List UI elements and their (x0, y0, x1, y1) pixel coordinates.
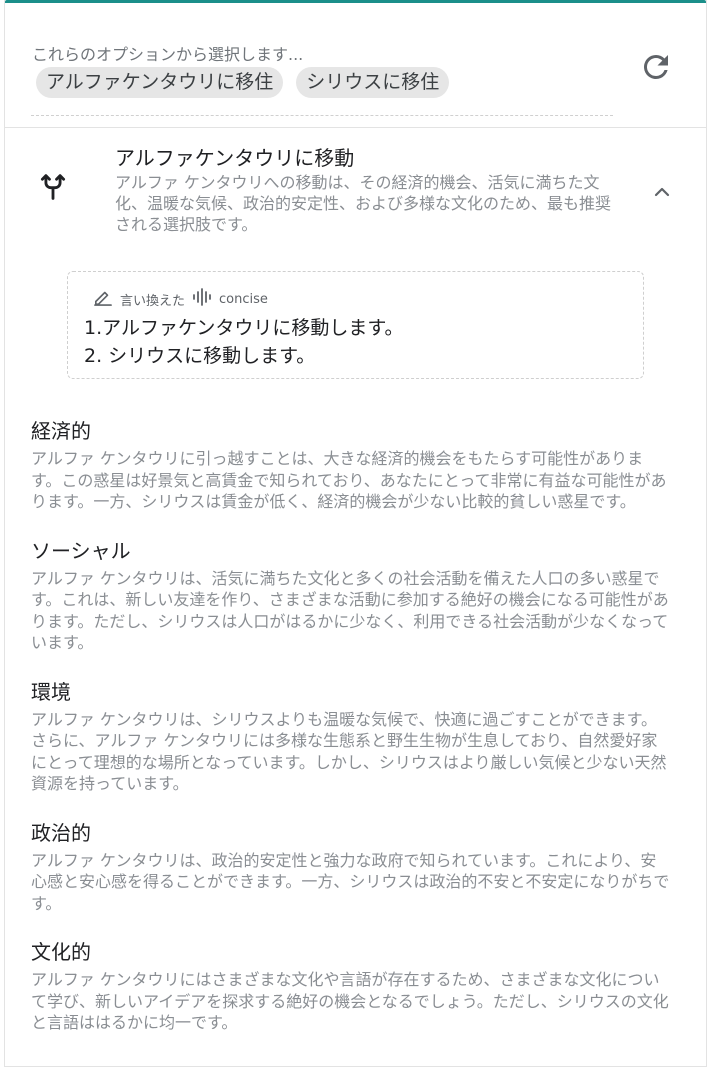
audio-wave-icon (191, 288, 213, 310)
section-political: 政治的 アルファ ケンタウリは、政治的安定性と強力な政府で知られています。これに… (31, 817, 671, 915)
section-heading: ソーシャル (31, 538, 131, 563)
rephrase-label: 言い換えた (120, 293, 186, 309)
section-heading: 経済的 (31, 419, 91, 443)
section-social: ソーシャル アルファ ケンタウリは、活気に満ちた文化と多くの社会活動を備えた人口… (31, 535, 671, 654)
options-panel: これらのオプションから選択します... アルファケンタウリに移住 シリウスに移住… (4, 0, 707, 1067)
options-hint: これらのオプションから選択します... (32, 45, 304, 64)
section-heading: 政治的 (31, 820, 91, 845)
section-heading: 環境 (31, 679, 71, 704)
rephrase-mode: concise (219, 291, 268, 307)
suggestion-title: アルファケンタウリに移動 (115, 146, 355, 170)
suggestion-description: アルファ ケンタウリへの移動は、その経済的機会、活気に満ちた文化、温暖な気候、政… (115, 173, 612, 234)
section-body: アルファ ケンタウリにはさまざまな文化や言語が存在するため、さまざまな文化につい… (31, 970, 669, 1032)
divider (31, 115, 613, 116)
section-environment: 環境 アルファ ケンタウリは、シリウスよりも温暖な気候で、快適に過ごすことができ… (31, 676, 671, 795)
section-economic: 経済的 アルファ ケンタウリに引っ越すことは、大きな経済的機会をもたらす可能性が… (31, 415, 671, 513)
option-chip-sirius[interactable]: シリウスに移住 (296, 67, 450, 98)
option-chip-alpha-centauri[interactable]: アルファケンタウリに移住 (36, 67, 284, 98)
section-heading: 文化的 (31, 940, 91, 964)
refresh-icon[interactable] (638, 49, 674, 85)
suggestion-card[interactable]: アルファケンタウリに移動 アルファ ケンタウリへの移動は、その経済的機会、活気に… (5, 128, 706, 256)
reasoning-sections: 経済的 アルファ ケンタウリに引っ越すことは、大きな経済的機会をもたらす可能性が… (31, 415, 671, 1056)
edit-pencil-icon (92, 288, 114, 310)
section-body: アルファ ケンタウリは、シリウスよりも温暖な気候で、快適に過ごすことができます。… (31, 709, 667, 794)
chevron-up-icon[interactable] (650, 180, 674, 208)
section-cultural: 文化的 アルファ ケンタウリにはさまざまな文化や言語が存在するため、さまざまな文… (31, 936, 671, 1034)
rephrase-box: 言い換えた concise 1.アルファケンタウリに移動します。 2. シリウス… (67, 271, 644, 379)
section-body: アルファ ケンタウリは、活気に満ちた文化と多くの社会活動を備えた人口の多い惑星で… (31, 568, 669, 653)
rephrase-line-1: 1.アルファケンタウリに移動します。 (84, 317, 404, 339)
fork-arrows-icon (36, 170, 70, 208)
rephrase-line-2: 2. シリウスに移動します。 (84, 345, 316, 367)
section-body: アルファ ケンタウリに引っ越すことは、大きな経済的機会をもたらす可能性があります… (31, 449, 667, 511)
rephrase-meta: 言い換えた concise (92, 288, 274, 310)
option-chips: アルファケンタウリに移住 シリウスに移住 (36, 67, 450, 98)
options-header: これらのオプションから選択します... アルファケンタウリに移住 シリウスに移住 (5, 3, 706, 128)
section-body: アルファ ケンタウリは、政治的安定性と強力な政府で知られています。これにより、安… (31, 850, 670, 913)
